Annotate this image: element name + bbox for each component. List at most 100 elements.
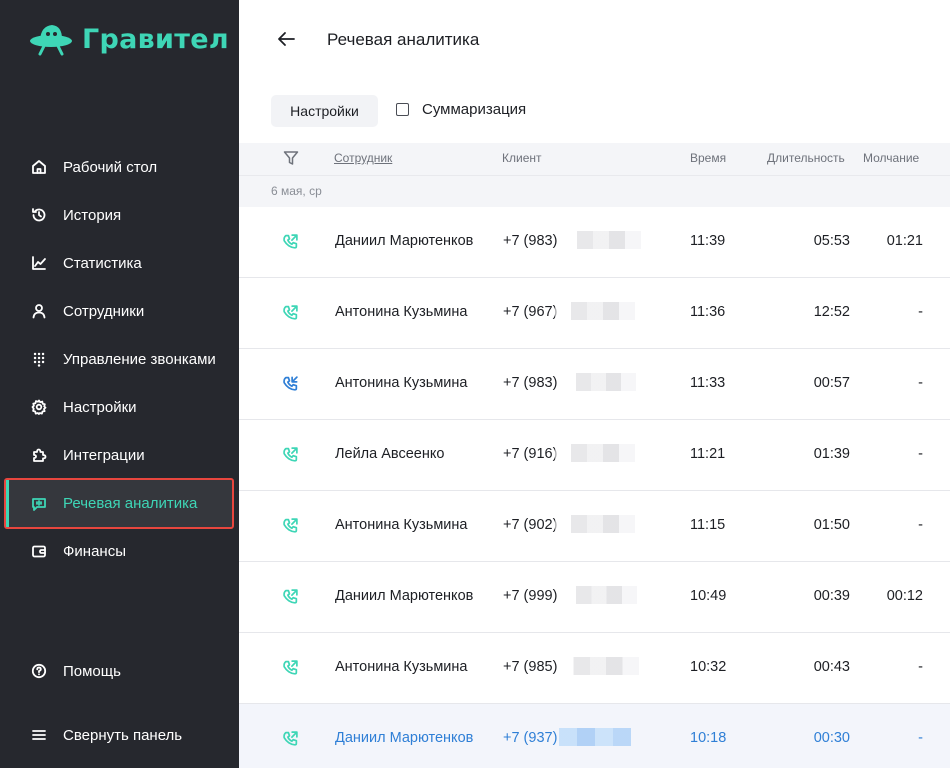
cell-time: 10:18 [690, 730, 727, 746]
table-row[interactable]: Антонина Кузьмина +7 (983) 11:33 00:57 - [239, 349, 950, 420]
wallet-icon [30, 542, 48, 560]
sidebar-item-desktop[interactable]: Рабочий стол [4, 143, 234, 191]
sidebar-item-label: Речевая аналитика [63, 495, 198, 512]
sidebar-item-help[interactable]: Помощь [4, 647, 234, 695]
settings-button[interactable]: Настройки [271, 95, 378, 127]
cell-client: +7 (902) [503, 517, 558, 533]
sidebar-item-integrations[interactable]: Интеграции [4, 431, 234, 479]
cell-client: +7 (983) [503, 375, 558, 391]
sidebar-item-call-management[interactable]: Управление звонками [4, 335, 234, 383]
summarization-label[interactable]: Суммаризация [422, 101, 526, 118]
cell-duration: 00:30 [813, 730, 850, 746]
header: Речевая аналитика [239, 0, 950, 80]
sidebar-item-history[interactable]: История [4, 191, 234, 239]
redacted-phone [561, 586, 637, 604]
logo-icon [30, 25, 72, 56]
table-row[interactable]: Антонина Кузьмина +7 (902) 11:15 01:50 - [239, 491, 950, 562]
sidebar-item-label: Помощь [63, 662, 121, 680]
redacted-phone [561, 231, 641, 249]
table-row[interactable]: Даниил Марютенков +7 (999) 10:49 00:39 00:12 [239, 562, 950, 633]
back-button[interactable] [275, 28, 297, 50]
gear-icon [30, 398, 48, 416]
table-row[interactable]: Лейла Авсеенко +7 (916) 11:21 01:39 - [239, 420, 950, 491]
cell-time: 11:36 [690, 304, 726, 320]
column-header-employee[interactable]: Сотрудник [334, 151, 392, 165]
table-row[interactable]: Антонина Кузьмина +7 (967) 11:36 12:52 - [239, 278, 950, 349]
sidebar-item-speech-analytics[interactable]: Речевая аналитика [4, 478, 234, 529]
cell-employee: Даниил Марютенков [335, 233, 474, 249]
sidebar: Гравител Рабочий стол История Статистика… [0, 0, 239, 768]
logo[interactable]: Гравител [28, 20, 229, 58]
speech-icon [30, 495, 48, 513]
redacted-phone [555, 515, 635, 533]
chart-icon [30, 254, 48, 272]
column-header-silence: Молчание [863, 151, 920, 165]
sidebar-item-label: Настройки [63, 398, 137, 416]
cell-time: 11:21 [690, 446, 726, 462]
sidebar-item-label: Интеграции [63, 446, 145, 464]
puzzle-icon [30, 446, 48, 464]
cell-employee: Даниил Марютенков [335, 730, 474, 746]
cell-client: +7 (985) [503, 659, 558, 675]
cell-client: +7 (916) [503, 446, 558, 462]
date-group-header: 6 мая, ср [239, 175, 950, 207]
sidebar-item-label: Свернуть панель [63, 726, 183, 744]
table-row[interactable]: Даниил Марютенков +7 (983) 11:39 05:53 01:21 [239, 207, 950, 278]
outgoing-call-icon [281, 659, 299, 677]
cell-client: +7 (983) [503, 233, 558, 249]
sidebar-item-label: Сотрудники [63, 302, 145, 320]
outgoing-call-icon [281, 304, 299, 322]
cell-duration: 05:53 [813, 233, 850, 249]
date-group-label: 6 мая, ср [271, 184, 322, 198]
cell-duration: 01:39 [813, 446, 850, 462]
cell-duration: 00:39 [813, 588, 850, 604]
cell-client: +7 (999) [503, 588, 558, 604]
outgoing-call-icon [281, 446, 299, 464]
cell-silence: 00:12 [886, 588, 923, 604]
collapse-panel-button[interactable]: Свернуть панель [4, 711, 234, 759]
sidebar-item-label: Управление звонками [63, 350, 216, 368]
sidebar-item-finance[interactable]: Финансы [4, 527, 234, 575]
cell-employee: Антонина Кузьмина [335, 304, 468, 320]
column-header-duration: Длительность [767, 151, 845, 165]
cell-duration: 01:50 [813, 517, 850, 533]
cell-time: 11:15 [690, 517, 726, 533]
sidebar-item-label: Рабочий стол [63, 158, 158, 176]
help-icon [30, 662, 48, 680]
active-indicator [6, 480, 9, 527]
incoming-call-icon [281, 375, 299, 393]
sidebar-item-label: История [63, 206, 122, 224]
menu-icon [30, 726, 48, 744]
sidebar-item-label: Статистика [63, 254, 142, 272]
sidebar-item-statistics[interactable]: Статистика [4, 239, 234, 287]
cell-silence: - [918, 517, 923, 533]
sidebar-item-settings[interactable]: Настройки [4, 383, 234, 431]
cell-employee: Лейла Авсеенко [335, 446, 445, 462]
table-row[interactable]: Даниил Марютенков +7 (937) 10:18 00:30 - [239, 704, 950, 768]
cell-duration: 00:57 [813, 375, 850, 391]
home-icon [30, 158, 48, 176]
filter-icon[interactable] [283, 150, 299, 166]
outgoing-call-icon [281, 730, 299, 748]
column-header-time: Время [690, 151, 727, 165]
outgoing-call-icon [281, 233, 299, 251]
cell-client: +7 (937) [503, 730, 558, 746]
redacted-phone [557, 657, 639, 675]
sidebar-item-label: Финансы [63, 542, 126, 560]
arrow-left-icon [278, 32, 295, 46]
cell-employee: Антонина Кузьмина [335, 375, 468, 391]
cell-time: 11:39 [690, 233, 726, 249]
cell-silence: - [918, 446, 923, 462]
logo-text: Гравител [82, 23, 229, 55]
cell-client: +7 (967) [503, 304, 558, 320]
cell-employee: Антонина Кузьмина [335, 659, 468, 675]
cell-time: 10:49 [690, 588, 727, 604]
cell-silence: - [918, 375, 923, 391]
summarization-checkbox[interactable] [396, 103, 409, 116]
cell-time: 10:32 [690, 659, 727, 675]
page-title: Речевая аналитика [327, 30, 480, 49]
sidebar-item-employees[interactable]: Сотрудники [4, 287, 234, 335]
table-row[interactable]: Антонина Кузьмина +7 (985) 10:32 00:43 - [239, 633, 950, 704]
cell-silence: - [918, 730, 923, 746]
history-icon [30, 206, 48, 224]
